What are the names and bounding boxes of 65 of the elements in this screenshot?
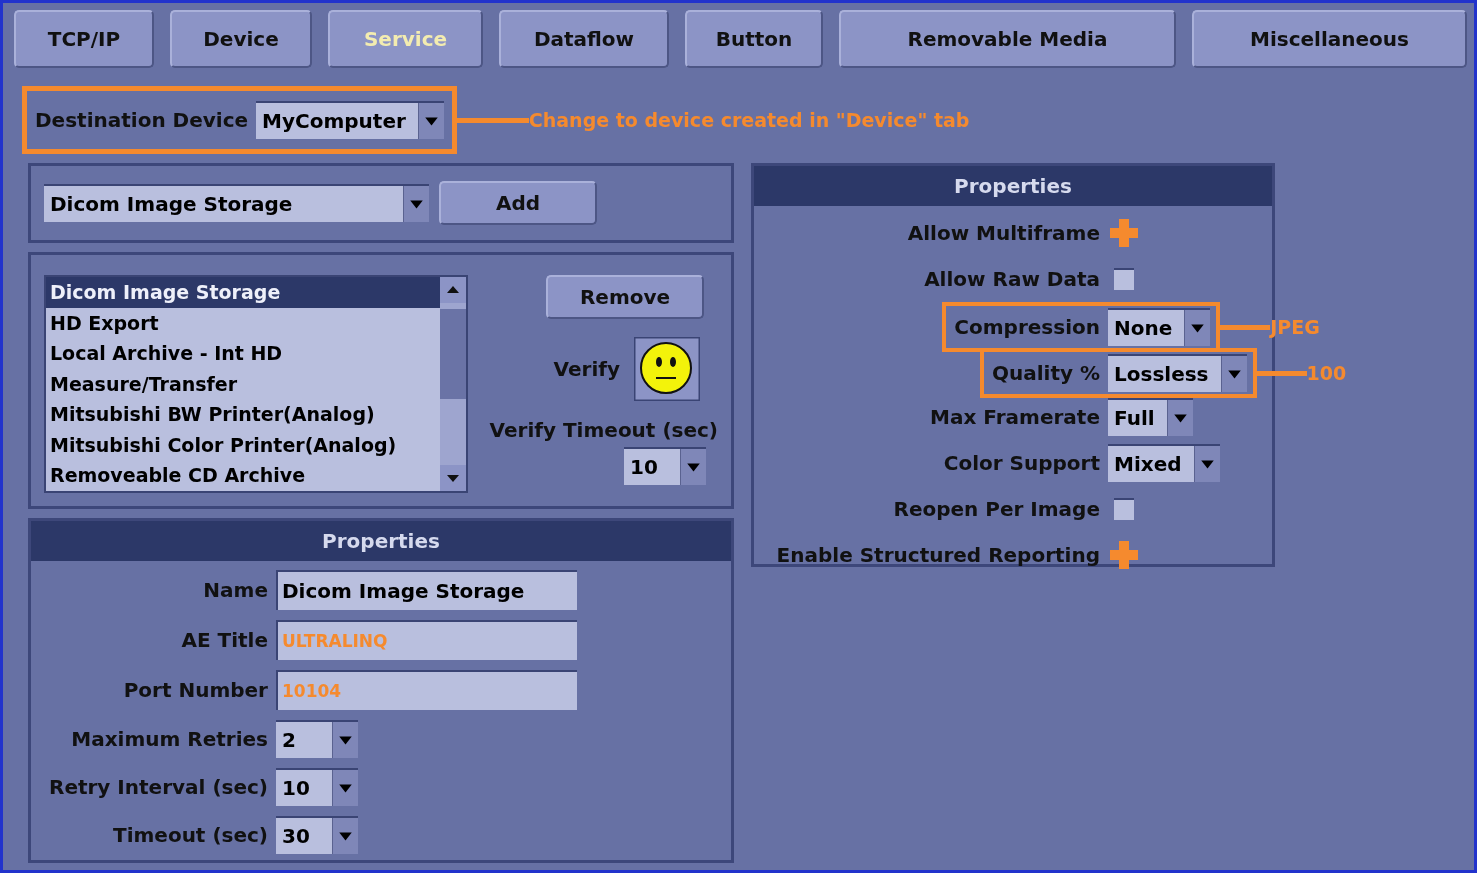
dropdown[interactable]: Mixed (1108, 444, 1220, 482)
field-label: Name (202, 577, 268, 604)
list-item[interactable]: Mitsubishi Color Printer(Analog) (46, 429, 440, 460)
tab[interactable]: Removable Media (839, 10, 1176, 68)
remove-button[interactable]: Remove (546, 275, 704, 319)
dropdown[interactable]: 10 (276, 768, 358, 806)
caret-icon (1193, 446, 1220, 482)
dropdown[interactable]: None (1108, 308, 1211, 346)
caret-icon (332, 770, 358, 806)
panel-header: Properties (31, 521, 731, 561)
checkbox[interactable] (1114, 498, 1134, 520)
callout-text: Change to device created in "Device" tab (528, 107, 970, 133)
list-item[interactable]: HD Export (46, 307, 440, 338)
field-label: Color Support (943, 450, 1101, 477)
caret-icon (680, 449, 706, 485)
list-item[interactable]: Mitsubishi BW Printer(Analog) (46, 399, 440, 430)
tab[interactable]: TCP/IP (14, 10, 154, 68)
dropdown[interactable]: Dicom Image Storage (44, 184, 429, 222)
field-label: Max Framerate (930, 404, 1101, 431)
field-label: Destination Device (35, 107, 249, 134)
caret-icon (332, 722, 358, 758)
add-button[interactable]: Add (439, 181, 597, 225)
list-item[interactable]: Dicom Image Storage (46, 277, 440, 308)
list-item[interactable]: Measure/Transfer (46, 368, 440, 399)
field-label: Reopen Per Image (893, 496, 1101, 523)
scroll-down-button[interactable] (440, 465, 466, 491)
dropdown[interactable]: Full (1108, 398, 1193, 436)
dropdown[interactable]: 2 (276, 720, 358, 758)
field-label: AE Title (180, 627, 268, 654)
input-field[interactable]: Dicom Image Storage (276, 570, 577, 610)
caret-icon (1166, 400, 1193, 436)
field-label: Verify Timeout (sec) (489, 417, 718, 444)
tab[interactable]: Miscellaneous (1192, 10, 1467, 68)
panel-header: Properties (754, 166, 1272, 206)
field-label: Allow Multiframe (907, 220, 1101, 247)
smiley-button[interactable] (634, 337, 700, 401)
dropdown[interactable]: 10 (624, 447, 706, 485)
caret-icon (1220, 356, 1247, 392)
checkbox[interactable] (1108, 539, 1140, 571)
checkbox[interactable] (1114, 268, 1134, 290)
field-label: Timeout (sec) (112, 822, 268, 849)
tab[interactable]: Button (685, 10, 823, 68)
caret-icon (1184, 310, 1211, 346)
field-label: Port Number (122, 677, 268, 704)
field-label: Maximum Retries (70, 726, 268, 753)
field-label: Allow Raw Data (924, 266, 1101, 293)
dropdown[interactable]: Lossless (1108, 354, 1247, 392)
verify-label: Verify (553, 356, 620, 383)
dropdown[interactable]: 30 (276, 816, 358, 854)
tab[interactable]: Dataflow (499, 10, 669, 68)
scrollbar-thumb[interactable] (440, 309, 466, 399)
field-label: Enable Structured Reporting (776, 542, 1101, 569)
tab[interactable]: Device (170, 10, 312, 68)
scroll-up-button[interactable] (440, 277, 466, 303)
list-item[interactable]: Removeable CD Archive (46, 460, 440, 491)
caret-icon (403, 186, 429, 222)
field-label: Retry Interval (sec) (48, 774, 268, 801)
callout-text: 100 (1306, 360, 1347, 386)
caret-icon (417, 103, 444, 139)
scrollbar[interactable] (440, 277, 466, 491)
checkbox[interactable] (1108, 217, 1140, 249)
callout-text: JPEG (1270, 314, 1320, 340)
caret-icon (332, 818, 358, 854)
dropdown[interactable]: MyComputer (256, 101, 444, 139)
list-item[interactable]: Local Archive - Int HD (46, 338, 440, 369)
